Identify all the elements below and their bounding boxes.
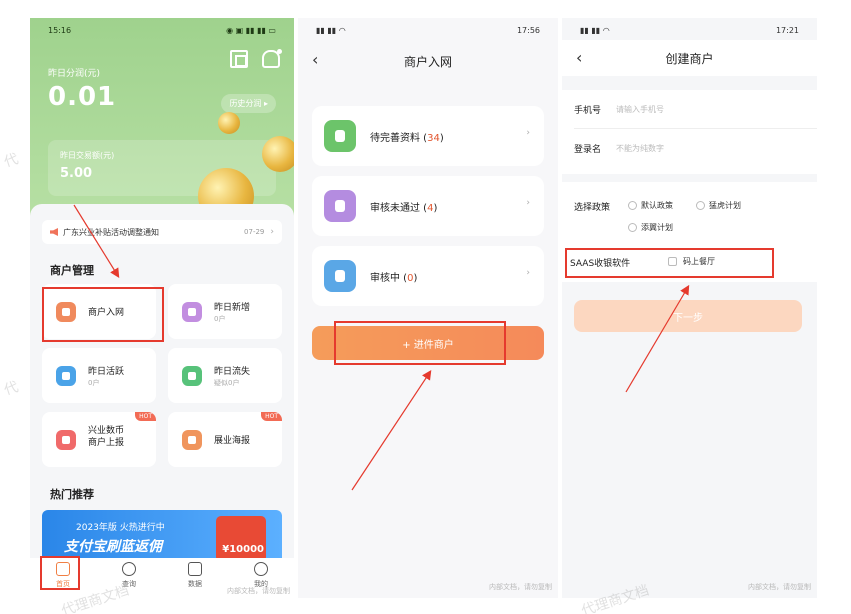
arrow-to-saas	[625, 284, 690, 393]
arrow-to-add-merchant	[351, 369, 432, 491]
arrow-to-onboarding	[73, 204, 120, 279]
annotation-arrows	[73, 204, 690, 491]
